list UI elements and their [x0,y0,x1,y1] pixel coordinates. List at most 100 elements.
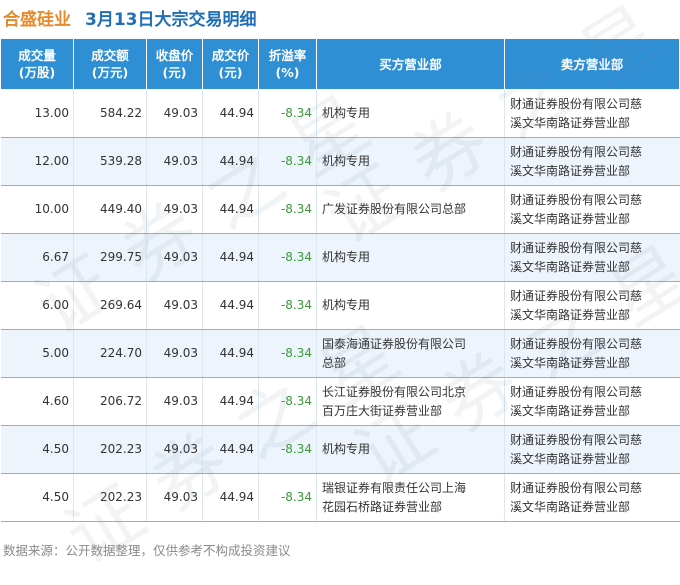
table-row: 6.00 269.64 49.03 44.94 -8.34 机构专用 财通证券股份有限公司慈… [0,281,680,330]
volume-cell: 4.60 [0,377,74,426]
trade-price-cell: 44.94 [202,89,259,138]
column-header-label: 买方营业部 [379,56,442,72]
volume-cell: 13.00 [0,89,74,138]
table-row: 13.00 584.22 49.03 44.94 -8.34 机构专用 财通证券股份有限公司… [0,89,680,138]
column-header: 收盘价 (元) [146,38,203,90]
column-header-unit: (元) [218,65,243,80]
seller-branch-cell: 财通证券股份有限公司慈 溪文华南路证券营业部 [504,137,680,186]
seller-branch-cell: 财通证券股份有限公司慈 溪文华南路证券营业部 [504,425,680,474]
premium-rate-cell: -8.34 [258,329,317,378]
seller-branch-line: 财通证券股份有限公司慈 [510,480,643,495]
volume-cell: 5.00 [0,329,74,378]
title-bar: 合盛硅业 3月13日大宗交易明细 [0,0,680,34]
column-header-label: 折溢率 [268,48,307,63]
seller-branch-cell: 财通证券股份有限公司慈 溪文华南路证券营业部 [504,89,680,138]
company-name: 合盛硅业 [3,9,71,30]
amount-cell: 584.22 [73,89,147,138]
block-trade-table: 成交量 (万股) 成交额 (万元) 收盘价 (元) 成交价 (元) 折溢率 (%) 买方营业部 卖方营… [0,38,680,522]
buyer-branch-line: 长江证券股份有限公司北京 [322,384,467,399]
seller-branch-line: 溪文华南路证券营业部 [510,163,631,178]
seller-branch-cell: 财通证券股份有限公司慈 溪文华南路证券营业部 [504,329,680,378]
seller-branch-line: 溪文华南路证券营业部 [510,211,631,226]
close-price-cell: 49.03 [146,377,203,426]
trade-price-cell: 44.94 [202,281,259,330]
trade-price-cell: 44.94 [202,185,259,234]
trade-price-cell: 44.94 [202,329,259,378]
data-source-note: 数据来源：公开数据整理，仅供参考不构成投资建议 [3,543,291,558]
amount-cell: 299.75 [73,233,147,282]
trade-price-cell: 44.94 [202,473,259,522]
table-row: 4.50 202.23 49.03 44.94 -8.34 机构专用 财通证券股份有限公司慈… [0,425,680,474]
amount-cell: 449.40 [73,185,147,234]
close-price-cell: 49.03 [146,425,203,474]
buyer-branch-cell: 瑞银证券有限责任公司上海 花园石桥路证券营业部 [316,473,505,522]
amount-cell: 206.72 [73,377,147,426]
premium-rate-cell: -8.34 [258,137,317,186]
trade-price-cell: 44.94 [202,425,259,474]
amount-cell: 539.28 [73,137,147,186]
close-price-cell: 49.03 [146,137,203,186]
buyer-branch-line: 花园石桥路证券营业部 [322,499,443,514]
column-header-label: 成交价 [211,48,250,63]
close-price-cell: 49.03 [146,185,203,234]
volume-cell: 4.50 [0,425,74,474]
column-header: 成交价 (元) [202,38,259,90]
table-row: 12.00 539.28 49.03 44.94 -8.34 机构专用 财通证券股份有限公司… [0,137,680,186]
column-header: 成交量 (万股) [0,38,74,90]
buyer-branch-line: 百万庄大街证券营业部 [322,403,443,418]
seller-branch-line: 财通证券股份有限公司慈 [510,336,643,351]
buyer-branch-line: 机构专用 [322,154,371,168]
close-price-cell: 49.03 [146,281,203,330]
seller-branch-line: 财通证券股份有限公司慈 [510,240,643,255]
seller-branch-line: 财通证券股份有限公司慈 [510,144,643,159]
column-header-label: 卖方营业部 [560,56,624,72]
premium-rate-cell: -8.34 [258,281,317,330]
column-header: 折溢率 (%) [258,38,317,90]
buyer-branch-line: 总部 [322,355,347,370]
buyer-branch-cell: 机构专用 [316,89,505,138]
trade-price-cell: 44.94 [202,233,259,282]
trade-price-cell: 44.94 [202,377,259,426]
buyer-branch-cell: 机构专用 [316,233,505,282]
trade-price-cell: 44.94 [202,137,259,186]
column-header-unit: (万股) [18,65,56,80]
column-header-label: 成交量 [18,48,56,63]
buyer-branch-line: 机构专用 [322,298,371,312]
buyer-branch-line: 瑞银证券有限责任公司上海 [322,480,467,495]
table-row: 5.00 224.70 49.03 44.94 -8.34 国泰海通证券股份有限公司 总部 财… [0,329,680,378]
premium-rate-cell: -8.34 [258,185,317,234]
column-header: 买方营业部 [316,38,505,90]
close-price-cell: 49.03 [146,329,203,378]
premium-rate-cell: -8.34 [258,89,317,138]
buyer-branch-line: 机构专用 [322,442,371,456]
close-price-cell: 49.03 [146,473,203,522]
buyer-branch-line: 机构专用 [322,106,371,120]
amount-cell: 269.64 [73,281,147,330]
table-row: 4.50 202.23 49.03 44.94 -8.34 瑞银证券有限责任公司上海 花园石… [0,473,680,522]
buyer-branch-cell: 机构专用 [316,281,505,330]
volume-cell: 6.67 [0,233,74,282]
volume-cell: 6.00 [0,281,74,330]
close-price-cell: 49.03 [146,233,203,282]
close-price-cell: 49.03 [146,89,203,138]
table-body: 13.00 584.22 49.03 44.94 -8.34 机构专用 财通证券股份有限公司… [0,89,680,522]
volume-cell: 4.50 [0,473,74,522]
column-header-unit: (元) [162,65,187,80]
buyer-branch-cell: 广发证券股份有限公司总部 [316,185,505,234]
premium-rate-cell: -8.34 [258,377,317,426]
amount-cell: 202.23 [73,425,147,474]
seller-branch-cell: 财通证券股份有限公司慈 溪文华南路证券营业部 [504,233,680,282]
seller-branch-cell: 财通证券股份有限公司慈 溪文华南路证券营业部 [504,377,680,426]
table-row: 4.60 206.72 49.03 44.94 -8.34 长江证券股份有限公司北京 百万庄… [0,377,680,426]
amount-cell: 224.70 [73,329,147,378]
seller-branch-line: 财通证券股份有限公司慈 [510,96,643,111]
premium-rate-cell: -8.34 [258,425,317,474]
seller-branch-line: 财通证券股份有限公司慈 [510,288,643,303]
column-header: 卖方营业部 [504,38,680,90]
page-title: 3月13日大宗交易明细 [85,9,257,30]
seller-branch-cell: 财通证券股份有限公司慈 溪文华南路证券营业部 [504,185,680,234]
buyer-branch-line: 国泰海通证券股份有限公司 [322,336,467,351]
seller-branch-cell: 财通证券股份有限公司慈 溪文华南路证券营业部 [504,473,680,522]
buyer-branch-line: 广发证券股份有限公司总部 [322,202,467,216]
column-header-unit: (%) [275,65,300,80]
